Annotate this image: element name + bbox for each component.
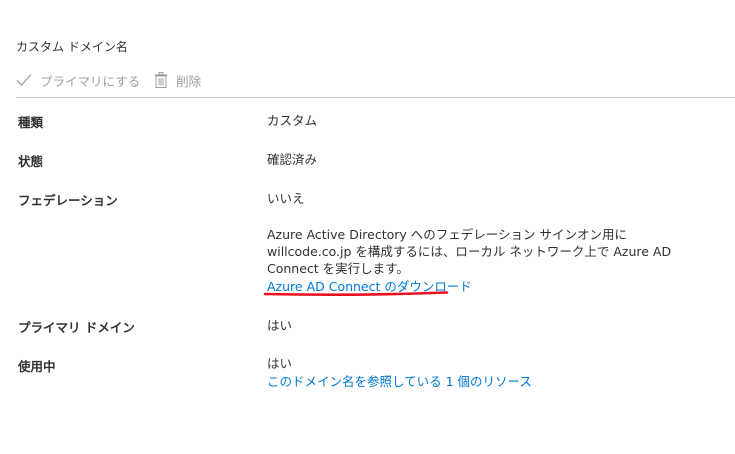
primary-domain-value: はい [267, 318, 293, 333]
type-value: カスタム [267, 113, 318, 128]
red-annotation-underline [263, 291, 449, 297]
status-label: 状態 [18, 154, 44, 169]
delete-button[interactable]: 削除 [154, 71, 201, 90]
delete-label: 削除 [176, 73, 202, 89]
in-use-value: はい [267, 356, 293, 371]
type-label: 種類 [18, 115, 44, 130]
primary-domain-label: プライマリ ドメイン [18, 320, 135, 335]
federation-label: フェデレーション [18, 193, 118, 208]
status-value: 確認済み [267, 152, 318, 167]
federation-description: Azure Active Directory へのフェデレーション サインオン用… [267, 227, 672, 276]
page-title: カスタム ドメイン名 [16, 40, 128, 54]
federation-value: いいえ [267, 191, 305, 206]
in-use-label: 使用中 [18, 359, 56, 374]
make-primary-button[interactable]: プライマリにする [16, 71, 140, 90]
make-primary-label: プライマリにする [40, 73, 141, 89]
checkmark-icon [16, 73, 40, 87]
toolbar: プライマリにする 削除 [16, 66, 215, 94]
toolbar-divider [16, 97, 735, 98]
referencing-resources-link[interactable]: このドメイン名を参照している 1 個のリソース [267, 371, 532, 390]
trash-icon [154, 72, 176, 88]
